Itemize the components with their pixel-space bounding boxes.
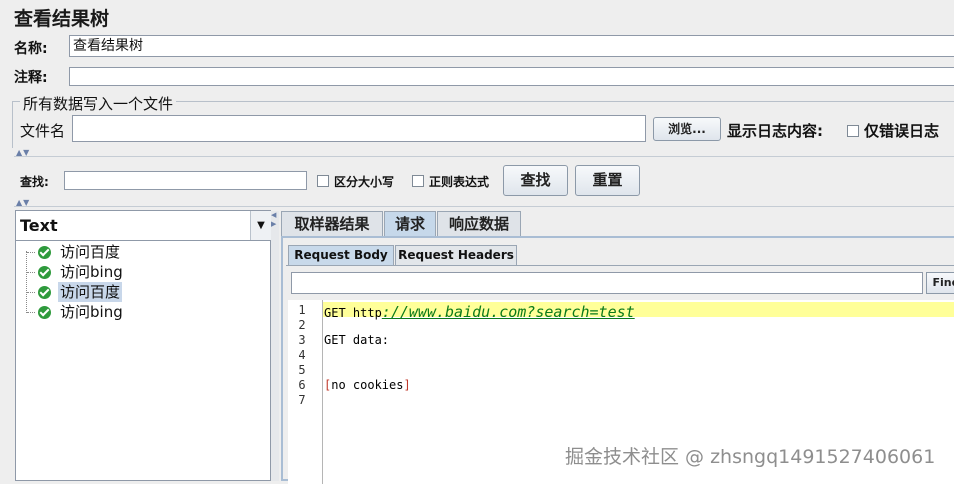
line-number: 5 (298, 363, 306, 377)
case-sensitive-label: 区分大小写 (334, 175, 395, 189)
tree-item-label: 访问百度 (60, 243, 121, 261)
tree-connector (27, 312, 35, 313)
browse-button[interactable]: 浏览... (653, 117, 721, 141)
errors-only-check-box[interactable] (847, 125, 859, 137)
success-check-icon (38, 266, 51, 279)
line-number: 4 (298, 348, 306, 362)
splitter-line (14, 156, 954, 157)
errors-only-label: 仅错误日志 (864, 122, 940, 140)
file-name-field[interactable] (72, 115, 646, 142)
tab-request-0[interactable]: Request Body (288, 245, 394, 265)
code-text: GET http (324, 306, 382, 320)
tab-result-0[interactable]: 取样器结果 (281, 211, 383, 236)
success-check-icon (38, 306, 51, 319)
tab-request-1[interactable]: Request Headers (395, 245, 517, 265)
case-sensitive-checkbox[interactable]: 区分大小写 (317, 173, 394, 190)
editor-find-button[interactable]: Find (926, 272, 954, 294)
line-number: 7 (298, 393, 306, 407)
errors-only-checkbox[interactable]: 仅错误日志 (847, 120, 939, 141)
tree-item[interactable]: 访问bing (16, 262, 270, 282)
success-check-icon (38, 246, 51, 259)
regex-label: 正则表达式 (429, 175, 490, 189)
name-label: 名称: (14, 41, 48, 57)
success-check-icon (38, 286, 51, 299)
find-button[interactable]: 查找 (503, 165, 568, 196)
gutter-divider (322, 300, 323, 484)
code-text: GET data: (324, 333, 390, 347)
editor-search-input[interactable] (291, 272, 923, 294)
regex-check-box[interactable] (412, 175, 424, 187)
reset-button[interactable]: 重置 (575, 165, 640, 196)
tab-result-2[interactable]: 响应数据 (437, 211, 521, 236)
search-input[interactable] (64, 171, 307, 190)
vertical-splitter[interactable]: ◀ ▶ (271, 211, 279, 481)
tree-item[interactable]: 访问bing (16, 302, 270, 322)
tree-item-label: 访问bing (60, 263, 123, 281)
file-name-label: 文件名 (20, 122, 66, 140)
request-subtabs: Request Body Request Headers (288, 245, 954, 265)
renderer-selected: Text (20, 216, 58, 235)
case-sensitive-check-box[interactable] (317, 175, 329, 187)
splitter-line (14, 206, 954, 207)
page-title: 查看结果树 (14, 8, 110, 30)
url-link[interactable]: ://www.baidu.com?search=test (382, 303, 635, 321)
file-group-legend: 所有数据写入一个文件 (20, 93, 177, 114)
comment-label: 注释: (14, 70, 48, 86)
code-line: GET http://www.baidu.com?search=test (324, 303, 635, 321)
name-field[interactable]: 查看结果树 (69, 35, 954, 57)
tree-item[interactable]: 访问百度 (16, 282, 270, 302)
results-tree-pane: Text ▼ 访问百度 访问bing 访问百度 访问bing (15, 210, 271, 481)
tree-connector (27, 272, 35, 273)
code-line: GET data: (324, 333, 389, 347)
line-number: 2 (298, 318, 306, 332)
line-number: 3 (298, 333, 306, 347)
log-content-label: 显示日志内容: (727, 122, 823, 140)
tab-result-1[interactable]: 请求 (384, 211, 436, 236)
tree-item-label: 访问百度 (58, 282, 123, 302)
chevron-down-icon[interactable]: ▼ (250, 211, 271, 240)
tree-item[interactable]: 访问百度 (16, 242, 270, 262)
watermark-text: 掘金技术社区 @ zhsngq1491527406061 (565, 446, 936, 468)
regex-checkbox[interactable]: 正则表达式 (412, 173, 489, 190)
line-number: 1 (298, 303, 306, 317)
code-line: [no cookies] (324, 378, 411, 392)
comment-field[interactable] (69, 67, 954, 86)
tree-connector (27, 252, 35, 253)
result-panel: 取样器结果 请求 响应数据 Request Body Request Headers … (281, 211, 954, 484)
tree-item-label: 访问bing (60, 303, 123, 321)
search-label: 查找: (20, 175, 49, 189)
result-tabs: 取样器结果 请求 响应数据 (281, 211, 954, 236)
renderer-select[interactable]: Text ▼ (16, 211, 271, 241)
tree-connector (27, 292, 35, 293)
line-number: 6 (298, 378, 306, 392)
